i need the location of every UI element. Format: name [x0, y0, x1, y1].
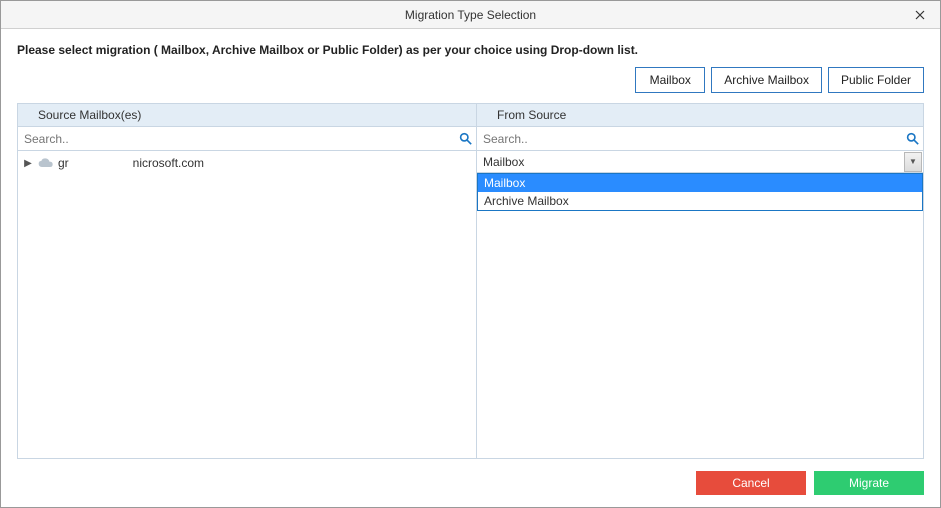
dropdown-display[interactable]: Mailbox ▼	[477, 151, 923, 173]
from-source-search-row	[477, 127, 924, 151]
from-source-area: Mailbox ▼ Mailbox Archive Mailbox	[477, 151, 924, 459]
from-source-search-button[interactable]	[901, 132, 923, 145]
dropdown-option-mailbox[interactable]: Mailbox	[478, 174, 922, 192]
type-button-row: Mailbox Archive Mailbox Public Folder	[1, 67, 940, 103]
source-mailboxes-header: Source Mailbox(es)	[17, 103, 477, 127]
migration-type-dropdown[interactable]: Mailbox ▼ Mailbox Archive Mailbox	[477, 151, 923, 173]
migration-dialog: Migration Type Selection Please select m…	[0, 0, 941, 508]
dropdown-options-list: Mailbox Archive Mailbox	[477, 173, 923, 211]
close-icon	[915, 10, 925, 20]
tree-node-suffix: nicrosoft.com	[133, 156, 204, 170]
dropdown-toggle-button[interactable]: ▼	[904, 152, 922, 172]
cancel-button[interactable]: Cancel	[696, 471, 806, 495]
from-source-header: From Source	[477, 103, 924, 127]
close-button[interactable]	[900, 1, 940, 28]
dropdown-option-archive-mailbox[interactable]: Archive Mailbox	[478, 192, 922, 210]
archive-mailbox-type-button[interactable]: Archive Mailbox	[711, 67, 822, 93]
public-folder-type-button[interactable]: Public Folder	[828, 67, 924, 93]
instruction-text: Please select migration ( Mailbox, Archi…	[1, 29, 940, 67]
source-search-button[interactable]	[454, 132, 476, 145]
source-mailboxes-column: Source Mailbox(es) ▶ gr nicrosoft.com	[17, 103, 477, 459]
chevron-down-icon: ▼	[909, 157, 917, 166]
dropdown-selected-value: Mailbox	[483, 155, 904, 169]
migrate-button[interactable]: Migrate	[814, 471, 924, 495]
source-tree: ▶ gr nicrosoft.com	[17, 151, 477, 459]
source-search-row	[17, 127, 477, 151]
source-tree-node[interactable]: ▶ gr nicrosoft.com	[22, 154, 472, 172]
titlebar: Migration Type Selection	[1, 1, 940, 29]
from-source-column: From Source Mailbox ▼ Mailbox	[477, 103, 924, 459]
expand-arrow-icon[interactable]: ▶	[22, 158, 34, 169]
mailbox-type-button[interactable]: Mailbox	[635, 67, 705, 93]
search-icon	[459, 132, 472, 145]
cloud-icon	[38, 157, 54, 169]
source-search-input[interactable]	[18, 129, 454, 149]
from-source-search-input[interactable]	[477, 129, 901, 149]
tree-node-prefix: gr	[58, 156, 69, 170]
footer-actions: Cancel Migrate	[1, 459, 940, 507]
window-title: Migration Type Selection	[405, 8, 536, 22]
content-area: Source Mailbox(es) ▶ gr nicrosoft.com Fr…	[1, 103, 940, 459]
search-icon	[906, 132, 919, 145]
